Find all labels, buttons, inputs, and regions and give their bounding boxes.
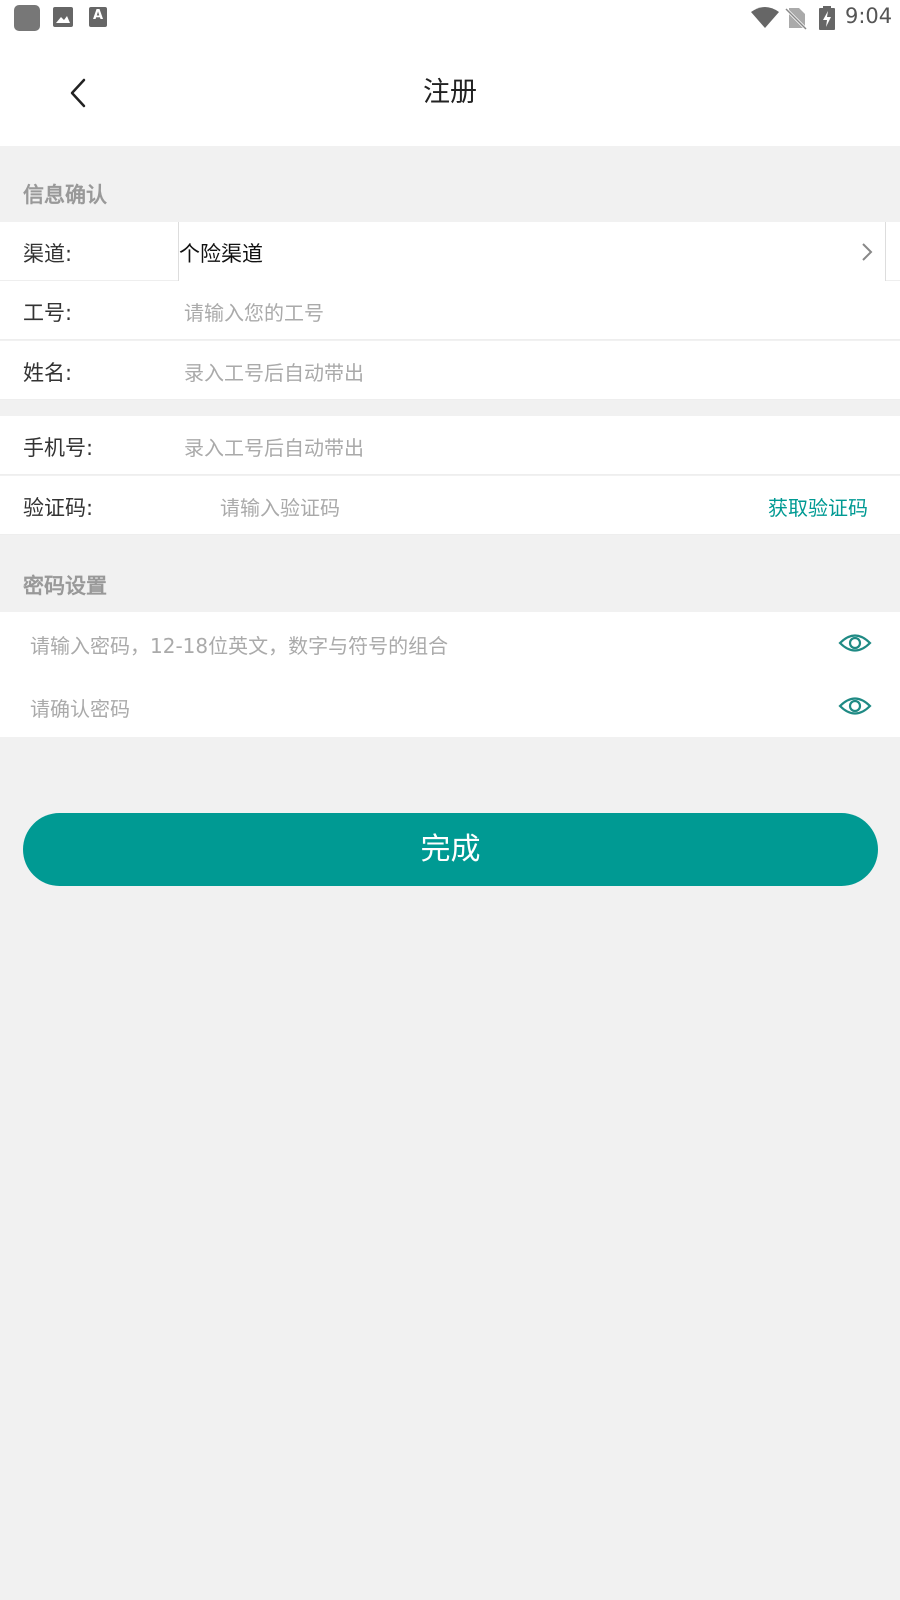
- confirm-password-input[interactable]: 请确认密码: [30, 693, 130, 722]
- password-input[interactable]: 请输入密码，12-18位英文，数字与符号的组合: [30, 630, 448, 659]
- done-button[interactable]: 完成: [23, 813, 878, 886]
- employee-id-row: 工号: 请输入您的工号: [0, 281, 900, 340]
- channel-row[interactable]: 渠道: 个险渠道: [0, 222, 900, 281]
- section-label-password: 密码设置: [23, 574, 107, 598]
- clock-time: 9:04: [845, 4, 893, 28]
- phone-label: 手机号:: [23, 436, 94, 460]
- chevron-right-icon: [862, 243, 873, 261]
- section-label-info: 信息确认: [23, 183, 107, 207]
- channel-select[interactable]: 个险渠道: [178, 222, 886, 281]
- employee-id-label: 工号:: [23, 301, 73, 325]
- password-row: 请输入密码，12-18位英文，数字与符号的组合: [0, 612, 900, 674]
- get-code-button[interactable]: 获取验证码: [768, 492, 868, 521]
- confirm-password-row: 请确认密码: [0, 675, 900, 737]
- eye-icon[interactable]: [838, 630, 872, 656]
- password-block: 请输入密码，12-18位英文，数字与符号的组合 请确认密码: [0, 612, 900, 737]
- wifi-icon: [751, 7, 779, 28]
- name-row: 姓名: 录入工号后自动带出: [0, 341, 900, 400]
- code-input[interactable]: 请输入验证码: [220, 492, 340, 521]
- code-label: 验证码:: [23, 496, 94, 520]
- channel-label: 渠道:: [23, 242, 73, 266]
- battery-charging-icon: [819, 6, 835, 30]
- app-header: 注册: [0, 38, 900, 146]
- phone-field: 录入工号后自动带出: [184, 436, 364, 460]
- eye-icon[interactable]: [838, 693, 872, 719]
- phone-row: 手机号: 录入工号后自动带出: [0, 416, 900, 475]
- name-field: 录入工号后自动带出: [184, 361, 364, 385]
- channel-value: 个险渠道: [179, 242, 263, 266]
- app-icon: [14, 5, 40, 31]
- page-title: 注册: [423, 77, 477, 108]
- employee-id-input[interactable]: 请输入您的工号: [184, 297, 324, 326]
- name-label: 姓名:: [23, 361, 73, 385]
- status-bar: A 9:04: [0, 0, 900, 38]
- no-sim-icon: [785, 7, 807, 30]
- a-icon: A: [89, 7, 107, 27]
- image-icon: [53, 7, 73, 27]
- code-row: 验证码: 请输入验证码 获取验证码: [0, 476, 900, 535]
